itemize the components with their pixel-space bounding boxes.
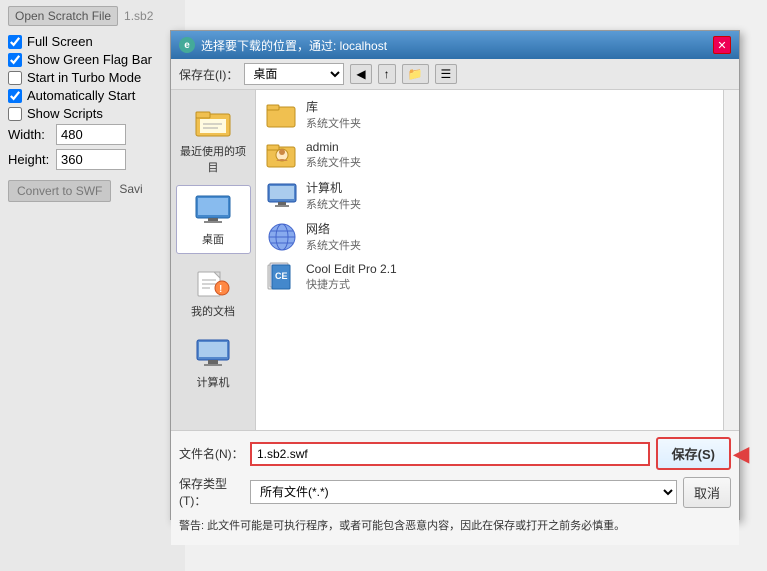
list-item[interactable]: CE Cool Edit Pro 2.1 快捷方式 [260,257,719,297]
dialog-titlebar: e 选择要下载的位置，通过: localhost ✕ [171,31,739,59]
list-item[interactable]: admin 系统文件夹 [260,135,719,175]
dialog-toolbar: 保存在(I)： 桌面 ◀ ↑ 📁 ☰ [171,59,739,90]
saving-text: Savi [119,182,142,196]
file-item-info: 库 系统文件夹 [306,98,361,131]
filename-input[interactable] [250,442,650,466]
nav-recent[interactable]: 最近使用的项目 [176,98,251,181]
new-folder-button[interactable]: 📁 [402,64,429,84]
documents-icon: ! [193,264,233,300]
file-type: 快捷方式 [306,276,397,292]
file-item-info: 网络 系统文件夹 [306,220,361,253]
width-row: Width: [8,124,177,145]
show-scripts-row: Show Scripts [8,106,177,121]
width-input[interactable] [56,124,126,145]
nav-documents-label: 我的文档 [191,303,235,319]
dialog-title: 选择要下载的位置，通过: localhost [201,37,387,54]
height-row: Height: [8,149,177,170]
network-folder-icon [266,221,298,253]
height-label: Height: [8,152,50,167]
list-item[interactable]: 库 系统文件夹 [260,94,719,135]
list-item[interactable]: 网络 系统文件夹 [260,216,719,257]
turbo-mode-label: Start in Turbo Mode [27,70,141,85]
turbo-mode-row: Start in Turbo Mode [8,70,177,85]
desktop-icon [193,192,233,228]
file-type: 系统文件夹 [306,154,361,170]
green-flag-row: Show Green Flag Bar [8,52,177,67]
up-button[interactable]: ↑ [378,64,396,84]
auto-start-label: Automatically Start [27,88,135,103]
nav-panel: 最近使用的项目 桌面 [171,90,256,430]
file-type: 系统文件夹 [306,196,361,212]
full-screen-checkbox[interactable] [8,35,22,49]
save-btn-wrapper: 保存(S) ◀ [656,437,731,470]
cancel-button[interactable]: 取消 [683,477,731,508]
open-file-button[interactable]: Open Scratch File [8,6,118,26]
save-in-dropdown[interactable]: 桌面 [244,63,344,85]
file-item-info: 计算机 系统文件夹 [306,179,361,212]
full-screen-row: Full Screen [8,34,177,49]
file-name: 计算机 [306,179,361,196]
show-green-flag-checkbox[interactable] [8,53,22,67]
file-list: 库 系统文件夹 admin 系统文件夹 [256,90,723,430]
save-in-label: 保存在(I)： [179,66,238,83]
file-item-info: Cool Edit Pro 2.1 快捷方式 [306,262,397,292]
computer-icon [193,335,233,371]
filetype-select[interactable]: 所有文件(*.*) [250,480,677,504]
nav-recent-label: 最近使用的项目 [180,143,247,175]
list-item[interactable]: 计算机 系统文件夹 [260,175,719,216]
titlebar-left: e 选择要下载的位置，通过: localhost [179,37,387,54]
system-folder-icon [266,99,298,131]
save-button[interactable]: 保存(S) [656,437,731,470]
show-green-flag-label: Show Green Flag Bar [27,52,152,67]
view-button[interactable]: ☰ [435,64,458,84]
shortcut-icon: CE [266,261,298,293]
nav-computer-label: 计算机 [197,374,230,390]
show-scripts-label: Show Scripts [27,106,103,121]
file-type: 系统文件夹 [306,237,361,253]
dialog-close-button[interactable]: ✕ [713,36,731,54]
file-item-info: admin 系统文件夹 [306,140,361,170]
width-label: Width: [8,127,50,142]
file-name: Cool Edit Pro 2.1 [306,262,397,276]
warning-text: 警告: 此文件可能是可执行程序，或者可能包含恶意内容，因此在保存或打开之前务必慎… [179,514,731,539]
auto-start-checkbox[interactable] [8,89,22,103]
nav-computer[interactable]: 计算机 [176,329,251,396]
recent-icon [193,104,233,140]
file-type: 系统文件夹 [306,115,361,131]
top-bar: Open Scratch File 1.sb2 [8,6,177,26]
show-scripts-checkbox[interactable] [8,107,22,121]
back-button[interactable]: ◀ [350,64,371,84]
dialog-bottom: 文件名(N)： 保存(S) ◀ 保存类型(T)： 所有文件(*.*) 取消 警告… [171,430,739,545]
turbo-mode-checkbox[interactable] [8,71,22,85]
scrollbar[interactable] [723,90,739,430]
save-dialog: e 选择要下载的位置，通过: localhost ✕ 保存在(I)： 桌面 ◀ … [170,30,740,520]
file-name: 网络 [306,220,361,237]
dialog-icon: e [179,37,195,53]
convert-to-swf-button[interactable]: Convert to SWF [8,180,111,202]
svg-text:CE: CE [275,271,288,281]
nav-desktop[interactable]: 桌面 [176,185,251,254]
filetype-label: 保存类型(T)： [179,475,244,509]
auto-start-row: Automatically Start [8,88,177,103]
svg-text:!: ! [219,284,222,295]
dialog-body: 最近使用的项目 桌面 [171,90,739,430]
full-screen-label: Full Screen [27,34,93,49]
file-name: 库 [306,98,361,115]
filename-label: 文件名(N)： [179,445,244,462]
filename-row: 文件名(N)： 保存(S) ◀ [179,437,731,470]
computer-folder-icon [266,180,298,212]
arrow-right-icon: ◀ [734,441,749,466]
nav-documents[interactable]: ! 我的文档 [176,258,251,325]
filetype-row: 保存类型(T)： 所有文件(*.*) 取消 [179,475,731,509]
user-folder-icon [266,139,298,171]
current-filename: 1.sb2 [124,9,153,23]
height-input[interactable] [56,149,126,170]
nav-desktop-label: 桌面 [202,231,224,247]
left-panel: Open Scratch File 1.sb2 Full Screen Show… [0,0,185,571]
file-name: admin [306,140,361,154]
